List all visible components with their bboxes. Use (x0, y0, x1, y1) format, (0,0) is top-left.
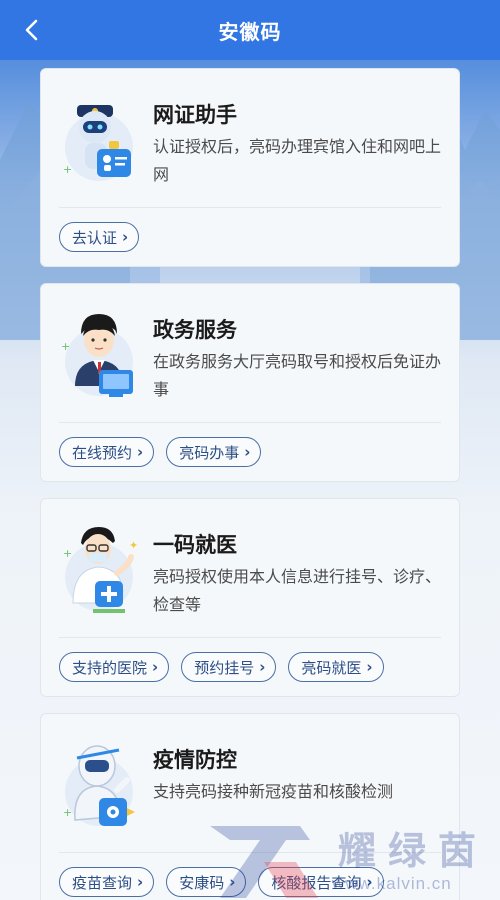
pill-label: 在线预约 (72, 443, 133, 462)
svg-text:+: + (63, 806, 72, 819)
card-description: 亮码授权使用本人信息进行挂号、诊疗、检查等 (153, 567, 442, 614)
card-actions: 在线预约 › 亮码办事 › (41, 423, 459, 481)
pill-label: 亮码办事 (179, 443, 240, 462)
pill-label: 核酸报告查询 (271, 873, 362, 892)
pill-label: 安康码 (179, 873, 225, 892)
show-code-service-button[interactable]: 亮码办事 › (166, 437, 262, 467)
chevron-right-icon: › (137, 443, 144, 461)
pill-label: 支持的医院 (72, 658, 148, 677)
card-description: 支持亮码接种新冠疫苗和核酸检测 (153, 782, 394, 801)
pill-label: 疫苗查询 (72, 873, 133, 892)
card-title: 疫情防控 (153, 748, 237, 772)
svg-text:+: + (61, 340, 70, 353)
card-medical: ✦ + 一码就医 亮码授权使用本人信息进行挂号、诊疗、检查等 支持的医院 › 预… (40, 498, 460, 697)
service-list: + 网证助手 认证授权后，亮码办理宾馆入住和网吧上网 去认证 › + 政务服务 … (40, 68, 460, 900)
chevron-right-icon: › (366, 873, 373, 891)
card-epidemic-control: + 疫情防控 支持亮码接种新冠疫苗和核酸检测 疫苗查询 › 安康码 › 核酸报告… (40, 713, 460, 900)
chevron-left-icon (25, 19, 38, 41)
show-code-medical-button[interactable]: 亮码就医 › (288, 652, 384, 682)
card-title: 一码就医 (153, 533, 237, 557)
card-web-id-assistant: + 网证助手 认证授权后，亮码办理宾馆入住和网吧上网 去认证 › (40, 68, 460, 267)
ankang-code-button[interactable]: 安康码 › (166, 867, 247, 897)
book-registration-button[interactable]: 预约挂号 › (181, 652, 277, 682)
svg-text:+: + (63, 547, 72, 560)
pill-label: 预约挂号 (194, 658, 255, 677)
pill-label: 去认证 (72, 228, 118, 247)
vaccine-query-button[interactable]: 疫苗查询 › (59, 867, 155, 897)
card-description: 认证授权后，亮码办理宾馆入住和网吧上网 (153, 137, 442, 184)
chevron-right-icon: › (122, 228, 129, 246)
chevron-right-icon: › (244, 443, 251, 461)
card-title: 政务服务 (153, 318, 237, 342)
card-actions: 支持的医院 › 预约挂号 › 亮码就医 › (41, 638, 459, 696)
card-title: 网证助手 (153, 103, 237, 127)
online-booking-button[interactable]: 在线预约 › (59, 437, 155, 467)
card-government-services: + 政务服务 在政务服务大厅亮码取号和授权后免证办事 在线预约 › 亮码办事 › (40, 283, 460, 482)
supported-hospitals-button[interactable]: 支持的医院 › (59, 652, 170, 682)
nucleic-report-query-button[interactable]: 核酸报告查询 › (258, 867, 384, 897)
card-actions: 疫苗查询 › 安康码 › 核酸报告查询 › (41, 853, 459, 900)
back-button[interactable] (18, 16, 46, 44)
police-robot-illustration: + (63, 105, 133, 181)
chevron-right-icon: › (366, 658, 373, 676)
card-actions: 去认证 › (41, 208, 459, 266)
doctor-illustration: ✦ + (63, 527, 138, 613)
top-bar: 安徽码 (0, 0, 500, 60)
verify-button[interactable]: 去认证 › (59, 222, 140, 252)
protective-suit-illustration: + (63, 745, 135, 826)
chevron-right-icon: › (152, 658, 159, 676)
chevron-right-icon: › (259, 658, 266, 676)
svg-text:+: + (63, 163, 72, 176)
page-title: 安徽码 (218, 19, 282, 44)
pill-label: 亮码就医 (301, 658, 362, 677)
officer-illustration: + (61, 314, 133, 397)
chevron-right-icon: › (137, 873, 144, 891)
svg-text:✦: ✦ (129, 539, 138, 552)
chevron-right-icon: › (229, 873, 236, 891)
card-description: 在政务服务大厅亮码取号和授权后免证办事 (153, 352, 442, 399)
